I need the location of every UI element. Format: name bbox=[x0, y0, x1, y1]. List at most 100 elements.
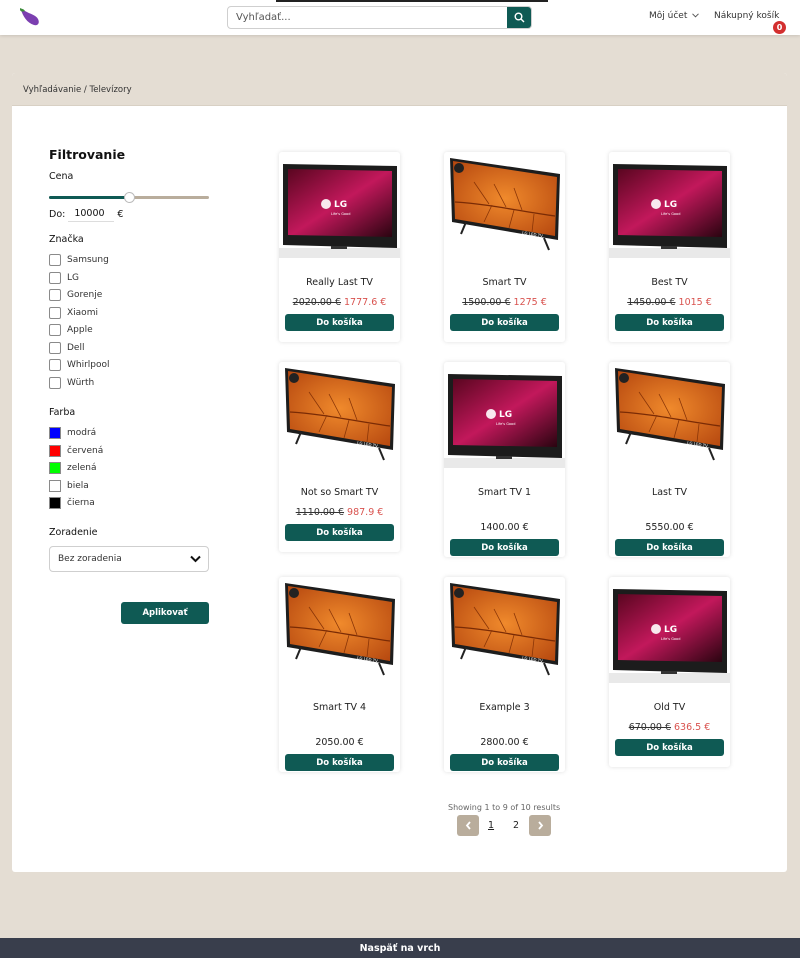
color-option[interactable]: červená bbox=[49, 444, 103, 458]
tv-product-image[interactable]: LG Life's Good bbox=[609, 577, 730, 687]
color-option[interactable]: čierna bbox=[49, 496, 95, 510]
color-swatch[interactable] bbox=[49, 462, 61, 474]
back-to-top-label: Naspäť na vrch bbox=[359, 942, 441, 954]
brand-checkbox[interactable] bbox=[49, 324, 61, 336]
brand-checkbox[interactable] bbox=[49, 289, 61, 301]
color-swatch[interactable] bbox=[49, 479, 61, 492]
brand-option[interactable]: Xiaomi bbox=[49, 306, 98, 320]
brand-option[interactable]: Samsung bbox=[49, 253, 109, 267]
pagination-prev-button[interactable] bbox=[457, 815, 479, 836]
sort-label: Zoradenie bbox=[49, 527, 98, 538]
product-name[interactable]: Smart TV 1 bbox=[444, 487, 565, 498]
results-summary: Showing 1 to 9 of 10 results bbox=[448, 803, 561, 812]
add-to-cart-button[interactable]: Do košíka bbox=[285, 754, 394, 771]
add-to-cart-button[interactable]: Do košíka bbox=[450, 754, 559, 771]
tv-product-image[interactable]: LG Life's Good bbox=[609, 152, 730, 262]
svg-text:LG: LG bbox=[334, 200, 347, 210]
breadcrumb[interactable]: Vyhľadávanie / Televízory bbox=[23, 85, 132, 95]
my-account-label: Môj účet bbox=[649, 11, 688, 21]
tv-product-image[interactable]: LG LED TV bbox=[609, 362, 730, 472]
brand-option[interactable]: Dell bbox=[49, 341, 84, 355]
search-icon bbox=[514, 12, 524, 23]
product-price: 1450.00 €1015 € bbox=[609, 297, 730, 308]
add-to-cart-button[interactable]: Do košíka bbox=[450, 539, 559, 556]
brand-checkbox[interactable] bbox=[49, 341, 61, 354]
brand-option[interactable]: Gorenje bbox=[49, 288, 102, 302]
brand-checkbox[interactable] bbox=[49, 254, 61, 266]
tv-product-image[interactable]: LG LED TV bbox=[279, 577, 400, 687]
product-card[interactable]: LG Life's Good Old TV 670.00 €636.5 € Do koš… bbox=[609, 577, 730, 767]
product-card[interactable]: LG Life's Good Really Last TV 2020.00 €1777… bbox=[279, 152, 400, 342]
product-price: 1500.00 €1275 € bbox=[444, 297, 565, 308]
price-slider[interactable] bbox=[49, 192, 209, 203]
cart-label: Nákupný košík bbox=[714, 11, 780, 21]
product-name[interactable]: Last TV bbox=[609, 487, 730, 498]
apply-filters-button[interactable]: Aplikovať bbox=[121, 602, 209, 624]
tv-product-image[interactable]: LG Life's Good bbox=[444, 362, 565, 472]
cart-link[interactable]: Nákupný košík bbox=[714, 11, 779, 21]
color-swatch[interactable] bbox=[49, 427, 61, 439]
product-price: 2020.00 €1777.6 € bbox=[279, 297, 400, 308]
product-card[interactable]: LG LED TV Example 3 2800.00 € Do košíka bbox=[444, 577, 565, 772]
product-regular-price: 2050.00 € bbox=[315, 737, 364, 748]
top-accent-line bbox=[276, 0, 548, 2]
product-name[interactable]: Not so Smart TV bbox=[279, 487, 400, 498]
sort-selected-value: Bez zoradenia bbox=[58, 554, 122, 564]
product-name[interactable]: Smart TV bbox=[444, 277, 565, 288]
brand-option[interactable]: Whirlpool bbox=[49, 358, 110, 372]
add-to-cart-button[interactable]: Do košíka bbox=[615, 739, 724, 756]
pagination-next-button[interactable] bbox=[529, 815, 551, 836]
product-sale-price: 987.9 € bbox=[347, 507, 384, 518]
pagination-page-2[interactable]: 2 bbox=[513, 820, 519, 831]
product-sale-price: 1275 € bbox=[513, 297, 547, 308]
brand-checkbox[interactable] bbox=[49, 376, 61, 389]
add-to-cart-button[interactable]: Do košíka bbox=[285, 524, 394, 541]
product-old-price: 1450.00 € bbox=[627, 297, 676, 308]
color-swatch[interactable] bbox=[49, 497, 61, 509]
brand-option[interactable]: LG bbox=[49, 271, 79, 285]
add-to-cart-button[interactable]: Do košíka bbox=[615, 314, 724, 331]
search-button[interactable] bbox=[507, 7, 531, 28]
add-to-cart-button[interactable]: Do košíka bbox=[615, 539, 724, 556]
price-slider-handle[interactable] bbox=[124, 192, 135, 203]
brand-option[interactable]: Würth bbox=[49, 376, 94, 390]
add-to-cart-button[interactable]: Do košíka bbox=[450, 314, 559, 331]
price-to-label: Do: bbox=[49, 208, 66, 220]
product-card[interactable]: LG Life's Good Best TV 1450.00 €1015 € Do ko… bbox=[609, 152, 730, 342]
brand-option-label: Würth bbox=[67, 377, 95, 388]
product-card[interactable]: LG LED TV Smart TV 1500.00 €1275 € Do košík… bbox=[444, 152, 565, 342]
tv-product-image[interactable]: LG LED TV bbox=[279, 362, 400, 472]
search-input[interactable] bbox=[228, 7, 508, 28]
product-name[interactable]: Smart TV 4 bbox=[279, 702, 400, 713]
color-option[interactable]: modrá bbox=[49, 426, 96, 440]
sort-select[interactable]: Bez zoradenia bbox=[49, 546, 209, 572]
brand-checkbox[interactable] bbox=[49, 359, 61, 371]
product-card[interactable]: LG Life's Good Smart TV 1 1400.00 € Do košík… bbox=[444, 362, 565, 557]
back-to-top-bar[interactable]: Naspäť na vrch bbox=[0, 938, 800, 958]
color-option[interactable]: biela bbox=[49, 479, 89, 493]
product-card[interactable]: LG LED TV Smart TV 4 2050.00 € Do košíka bbox=[279, 577, 400, 772]
color-option[interactable]: zelená bbox=[49, 461, 97, 475]
brand-option[interactable]: Apple bbox=[49, 323, 93, 337]
my-account-menu[interactable]: Môj účet bbox=[649, 11, 700, 21]
add-to-cart-button[interactable]: Do košíka bbox=[285, 314, 394, 331]
color-option-label: biela bbox=[67, 480, 89, 491]
color-swatch[interactable] bbox=[49, 444, 61, 457]
pagination-page-1[interactable]: 1 bbox=[488, 820, 494, 831]
product-name[interactable]: Example 3 bbox=[444, 702, 565, 713]
tv-product-image[interactable]: LG LED TV bbox=[444, 577, 565, 687]
breadcrumb-bar: Vyhľadávanie / Televízory bbox=[12, 73, 787, 106]
product-card[interactable]: LG LED TV Last TV 5550.00 € Do košíka bbox=[609, 362, 730, 557]
product-regular-price: 2800.00 € bbox=[480, 737, 529, 748]
tv-product-image[interactable]: LG Life's Good bbox=[279, 152, 400, 262]
price-to-input[interactable] bbox=[68, 206, 115, 222]
product-name[interactable]: Best TV bbox=[609, 277, 730, 288]
brand-checkbox[interactable] bbox=[49, 271, 61, 284]
product-name[interactable]: Really Last TV bbox=[279, 277, 400, 288]
product-price: 1110.00 €987.9 € bbox=[279, 507, 400, 518]
product-card[interactable]: LG LED TV Not so Smart TV 1110.00 €987.9 €… bbox=[279, 362, 400, 552]
eggplant-logo-icon[interactable] bbox=[17, 6, 41, 28]
brand-checkbox[interactable] bbox=[49, 306, 61, 319]
product-name[interactable]: Old TV bbox=[609, 702, 730, 713]
tv-product-image[interactable]: LG LED TV bbox=[444, 152, 565, 262]
